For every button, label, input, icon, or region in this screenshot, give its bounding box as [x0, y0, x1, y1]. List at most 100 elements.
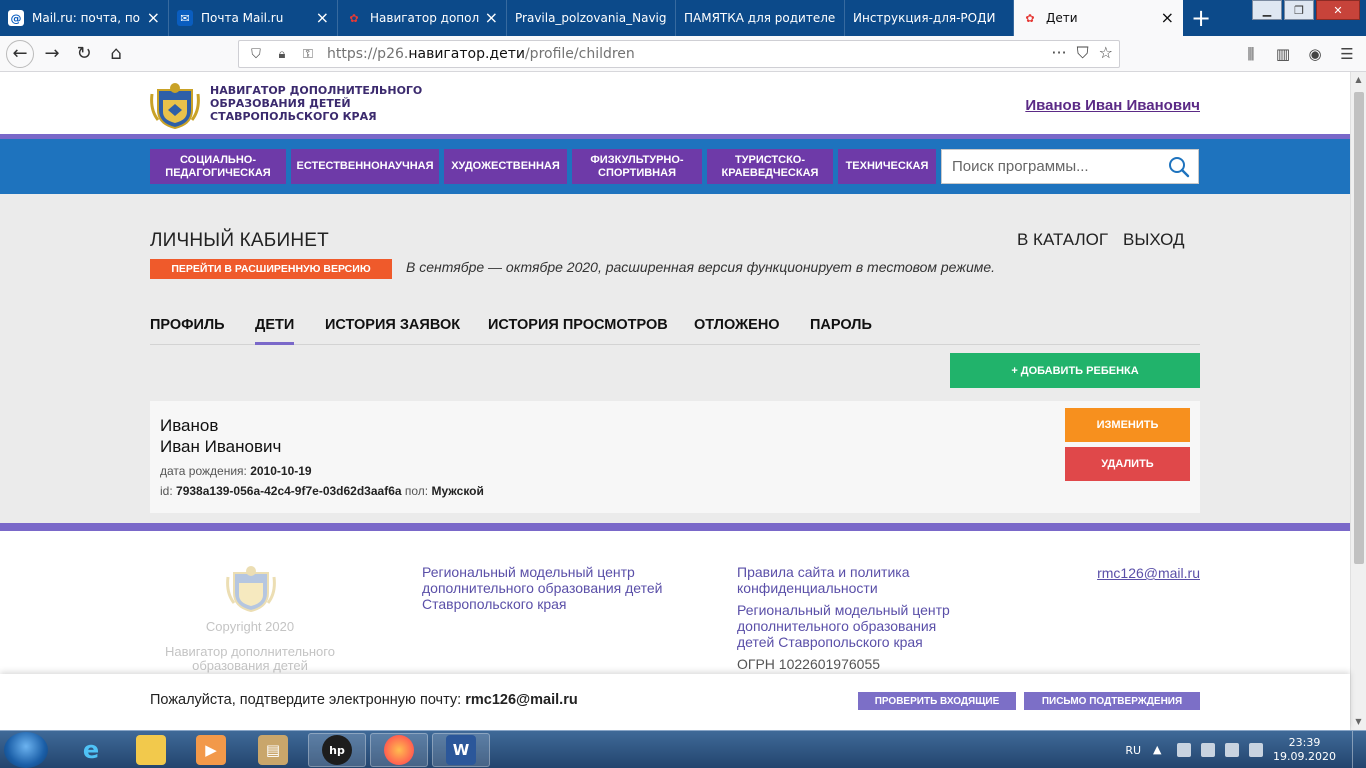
new-tab-icon[interactable]: +	[1183, 0, 1219, 36]
user-profile-link[interactable]: Иванов Иван Иванович	[1025, 97, 1200, 114]
logo-line: СТАВРОПОЛЬСКОГО КРАЯ	[210, 110, 377, 123]
tray-volume-icon[interactable]	[1249, 743, 1264, 757]
edit-child-button[interactable]: ИЗМЕНИТЬ	[1065, 408, 1190, 442]
browser-tab-children[interactable]: ✿ Дети ×	[1014, 0, 1183, 36]
browser-tab-memo[interactable]: ПАМЯТКА для родителе	[676, 0, 845, 36]
category-label: СОЦИАЛЬНО-	[179, 153, 257, 166]
footer-link-line: Региональный модельный центр	[422, 564, 635, 580]
category-label: КРАЕВЕДЧЕСКАЯ	[721, 166, 819, 179]
child-card: Иванов Иван Иванович дата рождения: 2010…	[150, 401, 1200, 513]
browser-tab-instruction[interactable]: Инструкция-для-РОДИ	[845, 0, 1014, 36]
web-page: НАВИГАТОР ДОПОЛНИТЕЛЬНОГО ОБРАЗОВАНИЯ ДЕ…	[0, 72, 1350, 676]
extended-version-button[interactable]: ПЕРЕЙТИ В РАСШИРЕННУЮ ВЕРСИЮ	[150, 259, 392, 279]
printer-icon: ▤	[258, 735, 288, 765]
maximize-icon[interactable]: ❐	[1284, 0, 1314, 20]
sidebar-icon[interactable]: ▥	[1272, 40, 1294, 68]
menu-icon[interactable]: ☰	[1336, 40, 1358, 68]
tab-password[interactable]: ПАРОЛЬ	[810, 317, 872, 345]
envelope-icon: ✉	[177, 10, 193, 26]
browser-tab-navigator[interactable]: ✿ Навигатор дополни ×	[338, 0, 507, 36]
browser-tab-mailru[interactable]: @ Mail.ru: почта, поис ×	[0, 0, 169, 36]
tab-title: ПАМЯТКА для родителе	[684, 11, 836, 25]
footer-email-link[interactable]: rmc126@mail.ru	[1097, 565, 1200, 581]
lock-icon[interactable]: 🔒︎	[273, 47, 291, 62]
tab-application-history[interactable]: ИСТОРИЯ ЗАЯВОК	[325, 317, 460, 345]
taskbar-word[interactable]: W	[432, 733, 490, 767]
delete-child-button[interactable]: УДАЛИТЬ	[1065, 447, 1190, 481]
scrollbar-thumb[interactable]	[1354, 92, 1364, 564]
taskbar-media-player[interactable]: ▶	[182, 733, 240, 767]
tray-arrow-icon[interactable]: ▲	[1153, 743, 1167, 757]
key-icon[interactable]: ⚿	[299, 47, 317, 62]
home-icon[interactable]: ⌂	[102, 40, 130, 68]
bookmark-star-icon[interactable]: ☆	[1099, 43, 1113, 63]
close-tab-icon[interactable]: ×	[1161, 10, 1174, 26]
account-icon[interactable]: ◉	[1304, 40, 1326, 68]
address-bar[interactable]: ⛉ 🔒︎ ⚿ https://p26.навигатор.дети/profil…	[238, 40, 1120, 68]
id-value: 7938a139-056a-42c4-9f7e-03d62d3aaf6a	[176, 484, 402, 498]
confirmation-letter-button[interactable]: ПИСЬМО ПОДТВЕРЖДЕНИЯ	[1024, 692, 1200, 710]
coat-of-arms-icon[interactable]	[150, 80, 200, 130]
scroll-down-icon[interactable]: ▼	[1351, 714, 1366, 730]
navigator-flower-icon: ✿	[349, 11, 359, 25]
email-confirm-bar: Пожалуйста, подтвердите электронную почт…	[0, 674, 1350, 730]
id-label: id:	[160, 484, 173, 498]
tray-device-icon[interactable]	[1201, 743, 1216, 757]
footer-rules-link[interactable]: Правила сайта и политика конфиденциально…	[737, 564, 909, 596]
taskbar-printer[interactable]: ▤	[244, 733, 302, 767]
language-indicator[interactable]: RU	[1125, 744, 1141, 757]
tab-children[interactable]: ДЕТИ	[255, 317, 295, 345]
catalog-link[interactable]: В КАТАЛОГ	[1017, 230, 1108, 250]
browser-tab-rules[interactable]: Pravila_polzovania_Navig	[507, 0, 676, 36]
taskbar-explorer[interactable]	[122, 733, 180, 767]
category-tourism[interactable]: ТУРИСТСКО- КРАЕВЕДЧЕСКАЯ	[707, 149, 833, 184]
tray-network-icon[interactable]	[1225, 743, 1240, 757]
profile-subnav: ПРОФИЛЬ ДЕТИ ИСТОРИЯ ЗАЯВОК ИСТОРИЯ ПРОС…	[150, 317, 1200, 345]
tab-profile[interactable]: ПРОФИЛЬ	[150, 317, 225, 345]
footer-org-link[interactable]: Региональный модельный центр дополнитель…	[737, 602, 950, 650]
taskbar-firefox[interactable]	[370, 733, 428, 767]
category-natural-science[interactable]: ЕСТЕСТВЕННОНАУЧНАЯ	[291, 149, 439, 184]
footer-center-link[interactable]: Региональный модельный центр дополнитель…	[422, 564, 662, 612]
tab-view-history[interactable]: ИСТОРИЯ ПРОСМОТРОВ	[488, 317, 668, 345]
search-input[interactable]	[952, 158, 1162, 175]
start-button-icon[interactable]	[4, 732, 48, 768]
site-logo-text[interactable]: НАВИГАТОР ДОПОЛНИТЕЛЬНОГО ОБРАЗОВАНИЯ ДЕ…	[210, 84, 430, 123]
window-close-icon[interactable]: ✕	[1316, 0, 1360, 20]
more-actions-icon[interactable]: ···	[1051, 43, 1066, 63]
pocket-icon[interactable]: ⛉	[1077, 43, 1089, 63]
tab-title: Дети	[1046, 11, 1078, 25]
category-technical[interactable]: ТЕХНИЧЕСКАЯ	[838, 149, 936, 184]
tab-postponed[interactable]: ОТЛОЖЕНО	[694, 317, 780, 345]
add-child-button[interactable]: + ДОБАВИТЬ РЕБЕНКА	[950, 353, 1200, 388]
minimize-icon[interactable]: ▁	[1252, 0, 1282, 20]
back-icon[interactable]: ←	[6, 39, 34, 68]
category-label: ЕСТЕСТВЕННОНАУЧНАЯ	[296, 160, 434, 172]
taskbar-hp[interactable]: hp	[308, 733, 366, 767]
search-icon[interactable]	[1168, 156, 1190, 178]
category-sport[interactable]: ФИЗКУЛЬТУРНО- СПОРТИВНАЯ	[572, 149, 702, 184]
category-social-pedagogical[interactable]: СОЦИАЛЬНО- ПЕДАГОГИЧЕСКАЯ	[150, 149, 286, 184]
close-tab-icon[interactable]: ×	[316, 10, 329, 26]
close-tab-icon[interactable]: ×	[147, 10, 160, 26]
clock[interactable]: 23:39 19.09.2020	[1273, 736, 1336, 764]
shield-icon[interactable]: ⛉	[247, 47, 265, 62]
forward-icon[interactable]: →	[38, 40, 66, 68]
system-tray: RU ▲ 23:39 19.09.2020	[1125, 731, 1366, 768]
library-icon[interactable]: ⫼	[1240, 40, 1262, 68]
category-art[interactable]: ХУДОЖЕСТВЕННАЯ	[444, 149, 567, 184]
category-label: ХУДОЖЕСТВЕННАЯ	[451, 160, 560, 172]
page-scrollbar[interactable]: ▲ ▼	[1350, 72, 1366, 730]
taskbar-ie[interactable]: e	[62, 733, 120, 767]
tab-title: Инструкция-для-РОДИ	[853, 11, 996, 25]
show-desktop-button[interactable]	[1352, 731, 1366, 768]
confirm-email: rmc126@mail.ru	[465, 692, 578, 708]
logout-link[interactable]: ВЫХОД	[1123, 230, 1185, 250]
ie-icon: e	[82, 736, 100, 764]
tray-flag-icon[interactable]	[1177, 743, 1192, 757]
scroll-up-icon[interactable]: ▲	[1351, 72, 1366, 88]
browser-tab-mail[interactable]: ✉ Почта Mail.ru ×	[169, 0, 338, 36]
check-inbox-button[interactable]: ПРОВЕРИТЬ ВХОДЯЩИЕ	[858, 692, 1016, 710]
close-tab-icon[interactable]: ×	[485, 10, 498, 26]
reload-icon[interactable]: ↻	[70, 40, 98, 68]
